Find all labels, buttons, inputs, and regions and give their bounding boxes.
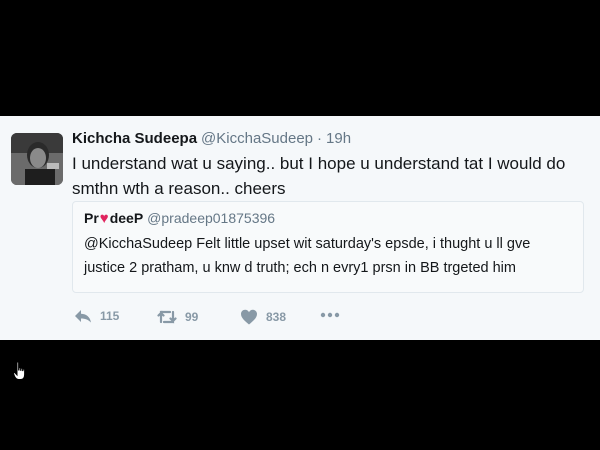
tweet-card[interactable]: Kichcha Sudeepa @KicchaSudeep · 19h I under…: [0, 116, 600, 380]
tweet-text: I understand wat u saying.. but I hope u…: [72, 154, 566, 198]
quoted-tweet-text: @KicchaSudeep Felt little upset wit satu…: [84, 236, 531, 276]
retweet-count: 99: [185, 310, 199, 324]
reply-icon: [75, 310, 91, 323]
reply-button[interactable]: 115: [74, 309, 119, 323]
tweet-actions: 115 99 838: [72, 309, 372, 329]
like-count: 838: [266, 310, 287, 324]
timestamp[interactable]: 19h: [326, 130, 351, 147]
like-button[interactable]: 838: [240, 309, 286, 325]
more-button[interactable]: [320, 311, 340, 319]
display-name[interactable]: Kichcha Sudeepa: [72, 130, 197, 147]
retweet-button[interactable]: 99: [157, 309, 198, 325]
quoted-tweet[interactable]: Pr♥deeP @pradeep01875396 @KicchaSudeep Fe…: [72, 201, 584, 293]
hand-cursor-icon: [13, 361, 27, 386]
user-handle[interactable]: @KicchaSudeep: [201, 130, 313, 147]
tweet-header: Kichcha Sudeepa @KicchaSudeep · 19h: [72, 130, 351, 148]
heart-icon: ♥: [99, 210, 109, 227]
retweet-icon: [157, 310, 177, 324]
separator-dot: ·: [317, 130, 323, 147]
reply-count: 115: [100, 309, 120, 323]
more-icon: [320, 312, 340, 318]
quoted-tweet-header: Pr♥deeP @pradeep01875396: [84, 210, 275, 227]
quoted-user-handle: @pradeep01875396: [147, 210, 276, 226]
quoted-name-prefix: Pr: [84, 210, 99, 226]
like-icon: [241, 309, 257, 325]
avatar[interactable]: [11, 133, 63, 185]
quoted-name-suffix: deeP: [109, 210, 144, 226]
